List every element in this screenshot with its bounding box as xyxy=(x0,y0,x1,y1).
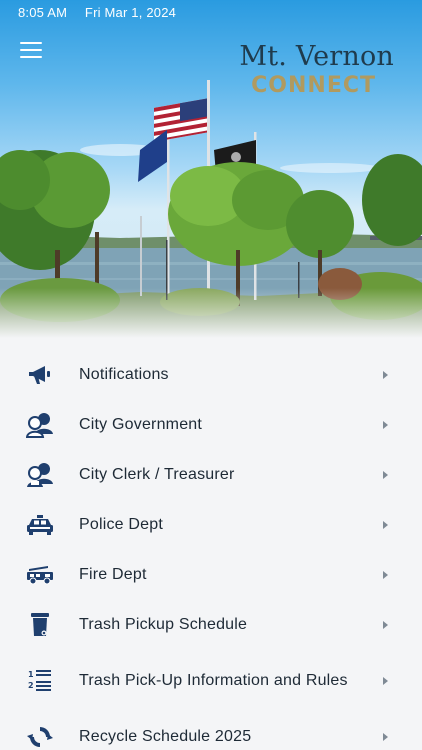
menu-item-city-clerk[interactable]: City Clerk / Treasurer xyxy=(0,450,422,500)
hamburger-menu-icon[interactable] xyxy=(20,42,46,62)
people-group-icon xyxy=(26,411,54,439)
chevron-right-icon xyxy=(383,421,388,429)
menu-item-city-government[interactable]: City Government xyxy=(0,400,422,450)
svg-text:1: 1 xyxy=(28,670,34,679)
brand-title: Mt. Vernon xyxy=(239,41,394,72)
menu-item-label: Notifications xyxy=(79,366,169,383)
chevron-right-icon xyxy=(383,677,388,685)
trash-bin-icon xyxy=(26,611,54,639)
chevron-right-icon xyxy=(383,521,388,529)
menu-item-label: City Government xyxy=(79,416,203,433)
megaphone-icon xyxy=(26,361,54,389)
menu-item-label: Trash Pickup Schedule xyxy=(79,616,248,633)
hero-fade xyxy=(0,288,422,338)
chevron-right-icon xyxy=(383,571,388,579)
svg-text:2: 2 xyxy=(28,681,34,690)
menu-item-label: Trash Pick-Up Information and Rules xyxy=(79,672,348,689)
clerk-people-icon xyxy=(26,461,54,489)
chevron-right-icon xyxy=(383,621,388,629)
menu-item-recycle-schedule[interactable]: Recycle Schedule 2025 xyxy=(0,712,422,750)
numbered-list-icon: 1 2 xyxy=(26,667,54,695)
menu-item-fire-dept[interactable]: Fire Dept xyxy=(0,550,422,600)
menu-item-label: Police Dept xyxy=(79,516,164,533)
menu-item-notifications[interactable]: Notifications xyxy=(0,350,422,400)
status-bar: 8:05 AM Fri Mar 1, 2024 xyxy=(18,5,190,20)
menu-item-label: Fire Dept xyxy=(79,566,147,583)
chevron-right-icon xyxy=(383,733,388,741)
menu-item-label: City Clerk / Treasurer xyxy=(79,466,235,483)
brand-subtitle: CONNECT xyxy=(251,73,376,98)
menu-list: Notifications City Government City Clerk… xyxy=(0,350,422,750)
fire-truck-icon xyxy=(26,561,54,589)
menu-item-police-dept[interactable]: Police Dept xyxy=(0,500,422,550)
recycle-icon xyxy=(26,723,54,750)
status-date: Fri Mar 1, 2024 xyxy=(84,5,177,20)
status-time: 8:05 AM xyxy=(18,5,68,20)
chevron-right-icon xyxy=(383,471,388,479)
menu-item-trash-pickup-schedule[interactable]: Trash Pickup Schedule xyxy=(0,600,422,650)
menu-item-label: Recycle Schedule 2025 xyxy=(79,728,252,745)
menu-item-trash-pickup-info[interactable]: 1 2 Trash Pick-Up Information and Rules xyxy=(0,650,422,712)
police-car-icon xyxy=(26,511,54,539)
chevron-right-icon xyxy=(383,371,388,379)
brand-logo: Mt. Vernon CONNECT xyxy=(239,42,394,100)
